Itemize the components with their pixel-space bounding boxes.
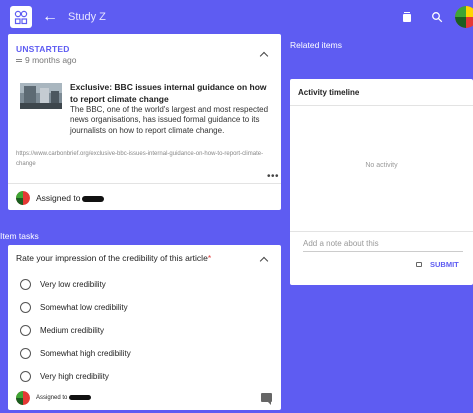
radio-button[interactable] <box>20 279 31 290</box>
card-divider <box>290 231 473 232</box>
option-medium[interactable]: Medium credibility <box>20 319 270 342</box>
empty-state-text: No activity <box>365 162 398 169</box>
item-card: UNSTARTED 9 months ago Exclusive: BBC is… <box>8 34 281 210</box>
task-question: Rate your impression of the credibility … <box>16 253 212 263</box>
search-icon[interactable] <box>431 11 443 23</box>
assignment-row: Assigned to <box>16 191 105 205</box>
radio-button[interactable] <box>20 325 31 336</box>
attachment-icon[interactable] <box>416 262 422 267</box>
assignee-avatar <box>16 191 30 205</box>
chevron-up-icon[interactable] <box>259 256 269 266</box>
radio-button[interactable] <box>20 302 31 313</box>
option-very-low[interactable]: Very low credibility <box>20 273 270 296</box>
page-title: Study Z <box>68 11 106 23</box>
more-options-icon[interactable]: ••• <box>267 171 279 182</box>
redacted-assignee <box>69 394 92 400</box>
assigned-label: Assigned to <box>36 193 105 203</box>
radio-button[interactable] <box>20 348 31 359</box>
option-somewhat-low[interactable]: Somewhat low credibility <box>20 296 270 319</box>
note-input[interactable] <box>303 239 463 252</box>
option-very-high[interactable]: Very high credibility <box>20 365 270 388</box>
user-avatar[interactable] <box>455 6 473 28</box>
comment-icon[interactable] <box>261 393 272 405</box>
equals-icon <box>16 58 22 62</box>
article-description: The BBC, one of the world's largest and … <box>70 105 269 135</box>
task-card: Rate your impression of the credibility … <box>8 245 281 410</box>
assigned-label: Assigned to <box>36 394 92 401</box>
item-timestamp: 9 months ago <box>16 55 77 65</box>
radio-button[interactable] <box>20 371 31 382</box>
trash-icon[interactable] <box>403 12 411 22</box>
required-mark: * <box>207 253 212 263</box>
activity-title: Activity timeline <box>298 88 360 97</box>
timestamp-text: 9 months ago <box>25 55 77 65</box>
task-assignment-row: Assigned to <box>16 391 92 405</box>
assignee-avatar <box>16 391 30 405</box>
option-somewhat-high[interactable]: Somewhat high credibility <box>20 342 270 365</box>
activity-card: Activity timeline No activity SUBMIT <box>290 79 473 285</box>
credibility-options: Very low credibility Somewhat low credib… <box>20 273 270 388</box>
item-tasks-heading: Item tasks <box>0 231 39 241</box>
status-label: UNSTARTED <box>16 44 70 54</box>
article-url[interactable]: https://www.carbonbrief.org/exclusive-bb… <box>16 150 276 169</box>
submit-button[interactable]: SUBMIT <box>430 260 459 269</box>
chevron-up-icon[interactable] <box>259 51 269 61</box>
article-thumbnail[interactable] <box>20 83 62 109</box>
card-divider <box>8 183 281 184</box>
redacted-assignee <box>82 195 105 202</box>
app-logo-icon[interactable] <box>10 6 32 28</box>
card-divider <box>290 105 473 106</box>
arrow-left-icon[interactable]: ← <box>42 8 58 26</box>
top-app-bar: ← Study Z <box>0 0 473 34</box>
related-items-heading: Related items <box>290 40 342 50</box>
article-title[interactable]: Exclusive: BBC issues internal guidance … <box>70 82 275 105</box>
